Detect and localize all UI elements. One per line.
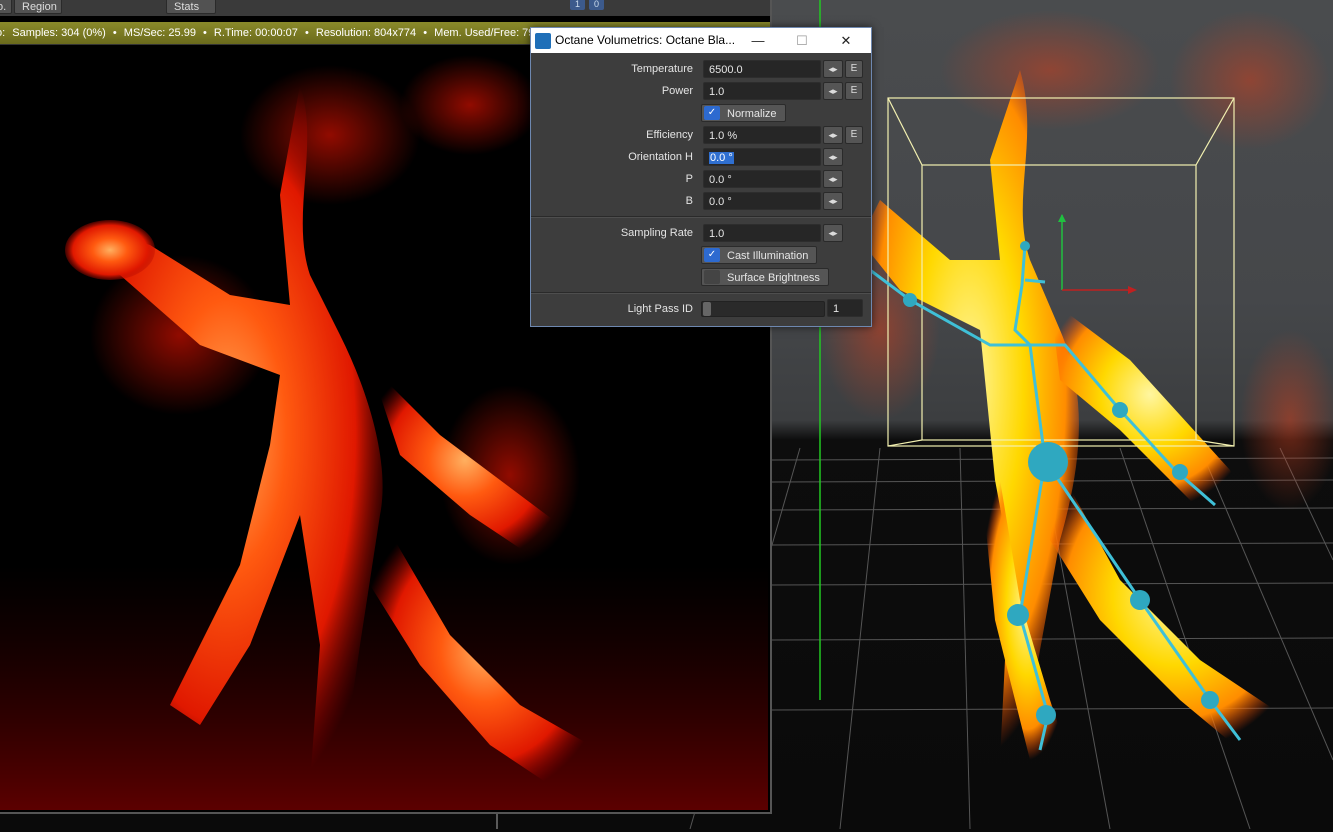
normalize-label: Normalize — [727, 108, 777, 120]
orientation-b-spin-icon[interactable]: ◂▸ — [823, 192, 843, 210]
surface-brightness-check-icon — [704, 270, 720, 284]
sampling-rate-field[interactable]: 1.0 — [703, 224, 821, 242]
dialog-divider — [531, 292, 871, 294]
status-separator-icon: • — [304, 27, 309, 39]
close-button[interactable]: ✕ — [823, 28, 869, 53]
power-spin-icon[interactable]: ◂▸ — [823, 82, 843, 100]
efficiency-field[interactable]: 1.0 % — [703, 126, 821, 144]
power-field[interactable]: 1.0 — [703, 82, 821, 100]
stats-button[interactable]: Stats — [166, 0, 216, 14]
light-pass-id-slider-thumb[interactable] — [703, 302, 711, 316]
light-pass-id-field[interactable]: 1 — [827, 299, 863, 317]
status-separator-icon: • — [203, 27, 207, 39]
octane-app-icon — [535, 33, 551, 49]
region-button[interactable]: Region — [14, 0, 62, 14]
status-resolution: Resolution: 804x774 — [315, 27, 417, 39]
cast-illumination-label: Cast Illumination — [727, 250, 809, 262]
dialog-divider — [531, 216, 871, 218]
cast-illumination-check-icon: ✓ — [704, 248, 720, 262]
sampling-rate-label: Sampling Rate — [620, 227, 693, 239]
efficiency-envelope-button[interactable]: E — [845, 126, 863, 144]
orientation-p-label: P — [685, 173, 693, 185]
prev-button[interactable]: o. — [0, 0, 12, 14]
temperature-envelope-button[interactable]: E — [845, 60, 863, 78]
orientation-p-field[interactable]: 0.0 ° — [703, 170, 821, 188]
status-separator-icon: • — [423, 27, 428, 39]
orientation-b-field[interactable]: 0.0 ° — [703, 192, 821, 210]
toolbar-mini-button-0[interactable]: 0 — [589, 0, 604, 10]
status-lead: o: — [0, 27, 6, 39]
dialog-title: Octane Volumetrics: Octane Bla... — [555, 33, 736, 47]
temperature-field[interactable]: 6500.0 — [703, 60, 821, 78]
orientation-p-spin-icon[interactable]: ◂▸ — [823, 170, 843, 188]
surface-brightness-label: Surface Brightness — [727, 272, 820, 284]
temperature-spin-icon[interactable]: ◂▸ — [823, 60, 843, 78]
toolbar-mini-button-1[interactable]: 1 — [570, 0, 585, 10]
status-separator-icon: • — [112, 27, 117, 39]
octane-volumetrics-dialog[interactable]: Octane Volumetrics: Octane Bla... — ☐ ✕ … — [530, 27, 872, 327]
status-samples: Samples: 304 (0%) — [12, 27, 106, 39]
surface-brightness-toggle[interactable]: Surface Brightness — [701, 268, 829, 286]
maximize-button[interactable]: ☐ — [779, 28, 825, 53]
cast-illumination-toggle[interactable]: ✓ Cast Illumination — [701, 246, 818, 264]
power-label: Power — [661, 85, 693, 97]
sampling-rate-spin-icon[interactable]: ◂▸ — [823, 224, 843, 242]
orientation-b-label: B — [685, 195, 693, 207]
status-ms-sec: MS/Sec: 25.99 — [123, 27, 196, 39]
normalize-check-icon: ✓ — [704, 106, 720, 120]
orientation-h-spin-icon[interactable]: ◂▸ — [823, 148, 843, 166]
light-pass-id-label: Light Pass ID — [627, 303, 693, 315]
efficiency-spin-icon[interactable]: ◂▸ — [823, 126, 843, 144]
status-render-time: R.Time: 00:00:07 — [213, 27, 298, 39]
efficiency-label: Efficiency — [646, 129, 693, 141]
minimize-button[interactable]: — — [735, 28, 781, 53]
normalize-toggle[interactable]: ✓ Normalize — [701, 104, 786, 122]
orientation-h-label: Orientation H — [628, 151, 693, 163]
light-pass-id-slider[interactable] — [701, 301, 825, 317]
dialog-titlebar[interactable]: Octane Volumetrics: Octane Bla... — ☐ ✕ — [531, 28, 871, 53]
orientation-h-value: 0.0 ° — [709, 152, 734, 164]
temperature-label: Temperature — [631, 63, 693, 75]
orientation-h-field[interactable]: 0.0 ° — [703, 148, 821, 166]
transform-gizmo[interactable] — [1058, 214, 1137, 294]
power-envelope-button[interactable]: E — [845, 82, 863, 100]
render-toolbar: o. Region Stats 1 0 — [0, 0, 770, 16]
